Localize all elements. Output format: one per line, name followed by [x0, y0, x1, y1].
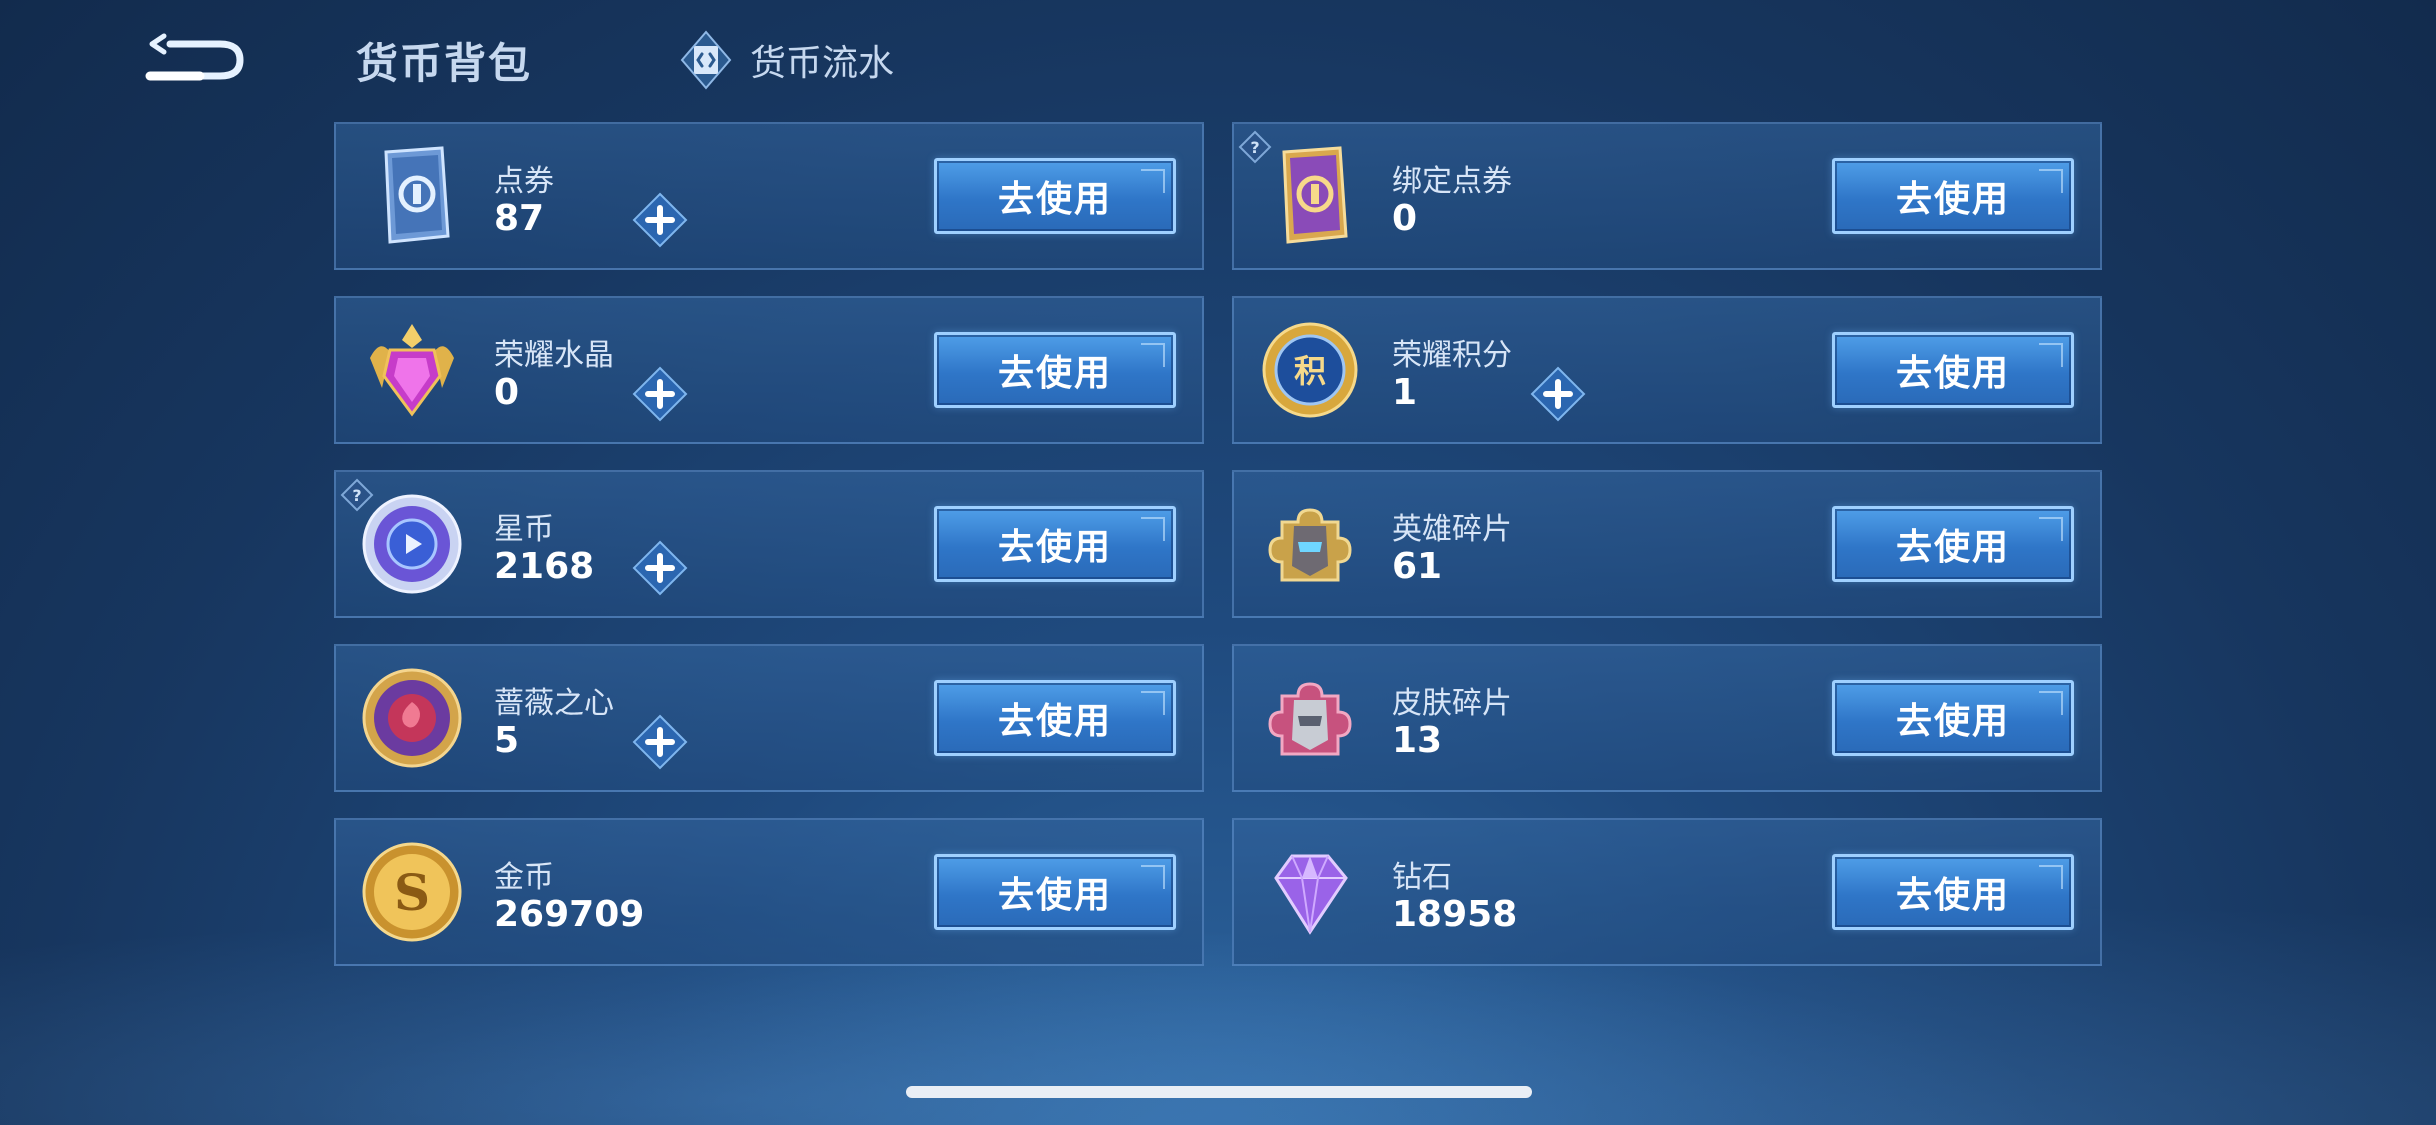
coupon-card-icon: [384, 146, 450, 244]
currency-card-hero-fragment: 英雄碎片 61 去使用: [1232, 470, 2102, 618]
item-name: 蔷薇之心: [494, 686, 614, 721]
currency-card-coupon: 点券 87 去使用: [334, 122, 1204, 270]
back-arrow-icon: [145, 33, 244, 81]
item-name: 荣耀水晶: [494, 338, 614, 373]
use-button[interactable]: 去使用: [934, 854, 1176, 930]
diamond-icon: [1274, 854, 1348, 935]
use-button[interactable]: 去使用: [1832, 506, 2074, 582]
currency-card-star-coin: ? 星币 2168 去使用: [334, 470, 1204, 618]
item-count: 13: [1392, 720, 1443, 761]
gold-coin-icon: S: [362, 842, 462, 942]
item-name: 星币: [494, 512, 554, 547]
add-star-coin-plus-button[interactable]: [632, 540, 688, 596]
svg-text:S: S: [394, 863, 430, 922]
bound-coupon-card-icon: [1282, 146, 1348, 244]
currency-card-rose-heart: 蔷薇之心 5 去使用: [334, 644, 1204, 792]
item-name: 皮肤碎片: [1392, 686, 1512, 721]
currency-flow-label: 货币流水: [750, 43, 895, 84]
add-glory-crystal-plus-button[interactable]: [632, 366, 688, 422]
use-button[interactable]: 去使用: [1832, 158, 2074, 234]
skin-fragment-icon: [1268, 682, 1352, 756]
item-count: 1: [1392, 372, 1418, 413]
currency-card-skin-fragment: 皮肤碎片 13 去使用: [1232, 644, 2102, 792]
item-name: 点券: [494, 164, 554, 199]
rose-heart-icon: [362, 668, 462, 768]
item-count: 61: [1392, 546, 1443, 587]
item-name: 金币: [494, 860, 554, 895]
item-name: 绑定点券: [1392, 164, 1512, 199]
page-title: 货币背包: [356, 39, 533, 88]
back-button[interactable]: [140, 30, 250, 90]
use-button[interactable]: 去使用: [934, 506, 1176, 582]
item-name: 英雄碎片: [1392, 512, 1512, 547]
use-button[interactable]: 去使用: [934, 332, 1176, 408]
item-count: 87: [494, 198, 545, 239]
add-coupon-plus-button[interactable]: [632, 192, 688, 248]
svg-text:积: 积: [1294, 352, 1326, 390]
item-name: 钻石: [1392, 860, 1452, 895]
item-name: 荣耀积分: [1392, 338, 1512, 373]
currency-flow-tab[interactable]: 货币流水: [680, 30, 894, 90]
use-button[interactable]: 去使用: [934, 680, 1176, 756]
hero-fragment-icon: [1268, 508, 1352, 582]
glory-crystal-icon: [370, 324, 454, 417]
glory-points-icon: 积: [1262, 322, 1358, 418]
item-count: 18958: [1392, 894, 1518, 935]
item-count: 0: [494, 372, 520, 413]
add-rose-heart-plus-button[interactable]: [632, 714, 688, 770]
currency-card-diamond: 钻石 18958 去使用: [1232, 818, 2102, 966]
item-count: 5: [494, 720, 520, 761]
currency-card-gold-coin: S 金币 269709 去使用: [334, 818, 1204, 966]
use-button[interactable]: 去使用: [1832, 332, 2074, 408]
item-count: 269709: [494, 894, 645, 935]
use-button[interactable]: 去使用: [934, 158, 1176, 234]
currency-card-bound-coupon: ? 绑定点券 0 去使用: [1232, 122, 2102, 270]
home-indicator: [906, 1086, 1532, 1098]
currency-card-glory-crystal: 荣耀水晶 0 去使用: [334, 296, 1204, 444]
currency-card-glory-points: 积 荣耀积分 1 去使用: [1232, 296, 2102, 444]
use-button[interactable]: 去使用: [1832, 680, 2074, 756]
use-button[interactable]: 去使用: [1832, 854, 2074, 930]
add-glory-points-plus-button[interactable]: [1530, 366, 1586, 422]
star-coin-icon: [362, 494, 462, 594]
currency-flow-icon: [680, 30, 732, 90]
item-count: 2168: [494, 546, 595, 587]
currency-grid: 点券 87 去使用 ? 绑定点券 0 去使用 荣耀水晶 0 去使用 积 荣耀积分…: [334, 122, 2102, 966]
item-count: 0: [1392, 198, 1418, 239]
